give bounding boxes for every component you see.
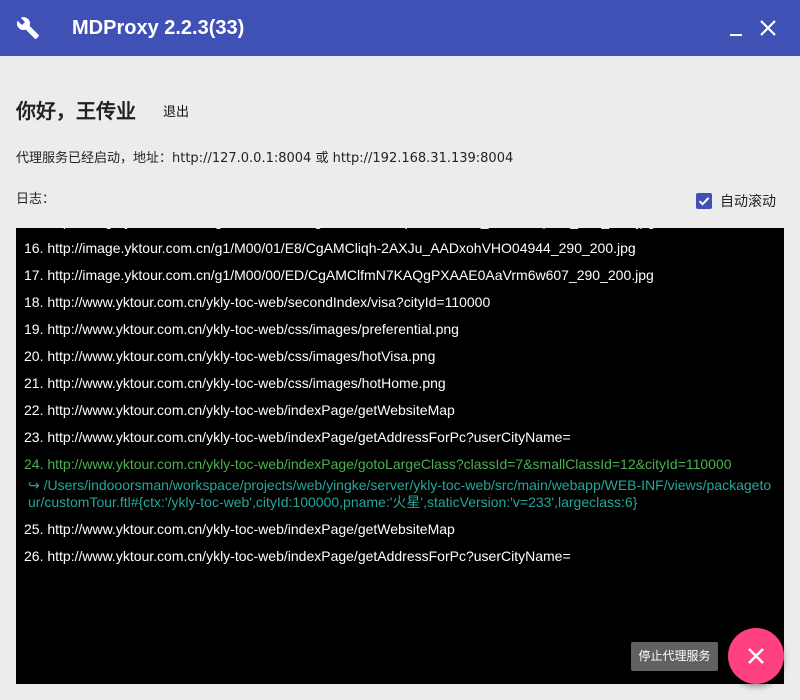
logout-link[interactable]: 退出 bbox=[163, 104, 189, 122]
close-fab-button[interactable] bbox=[728, 628, 784, 684]
log-entry[interactable]: 18. http://www.yktour.com.cn/ykly-toc-we… bbox=[24, 294, 776, 311]
log-panel[interactable]: 15. http://image.yktour.com.cn/g1/M00/01… bbox=[16, 228, 784, 684]
log-entry[interactable]: 15. http://image.yktour.com.cn/g1/M00/01… bbox=[24, 228, 776, 230]
autoscroll-checkbox[interactable]: 自动滚动 bbox=[696, 190, 776, 212]
close-icon bbox=[748, 648, 764, 664]
log-entry[interactable]: 25. http://www.yktour.com.cn/ykly-toc-we… bbox=[24, 521, 776, 538]
log-list: 15. http://image.yktour.com.cn/g1/M00/01… bbox=[24, 228, 776, 575]
app-window: MDProxy 2.2.3(33) 你好，王传业 退出 代理服务已经启动，地址：… bbox=[0, 0, 800, 700]
log-entry[interactable]: 19. http://www.yktour.com.cn/ykly-toc-we… bbox=[24, 321, 776, 338]
log-entry[interactable]: 20. http://www.yktour.com.cn/ykly-toc-we… bbox=[24, 348, 776, 365]
title-bar: MDProxy 2.2.3(33) bbox=[0, 0, 800, 56]
wrench-icon bbox=[16, 16, 40, 40]
log-entry[interactable]: 16. http://image.yktour.com.cn/g1/M00/01… bbox=[24, 240, 776, 257]
close-icon[interactable] bbox=[756, 16, 780, 40]
log-entry[interactable]: 17. http://image.yktour.com.cn/g1/M00/00… bbox=[24, 267, 776, 284]
autoscroll-label[interactable]: 自动滚动 bbox=[720, 191, 776, 211]
log-entry[interactable]: 22. http://www.yktour.com.cn/ykly-toc-we… bbox=[24, 402, 776, 419]
minimize-icon[interactable] bbox=[724, 16, 748, 40]
log-label: 日志： bbox=[16, 192, 56, 207]
checkbox-checked-icon[interactable] bbox=[696, 193, 712, 209]
log-entry[interactable]: 23. http://www.yktour.com.cn/ykly-toc-we… bbox=[24, 429, 776, 446]
greeting-text: 你好，王传业 bbox=[16, 99, 136, 123]
proxy-status-text: 代理服务已经启动，地址：http://127.0.0.1:8004 或 http… bbox=[16, 151, 514, 166]
log-entry[interactable]: 24. http://www.yktour.com.cn/ykly-toc-we… bbox=[24, 456, 776, 473]
log-entry-detail: ↪ /Users/indooorsman/workspace/projects/… bbox=[28, 477, 772, 510]
stop-proxy-button[interactable]: 停止代理服务 bbox=[631, 642, 718, 671]
window-title: MDProxy 2.2.3(33) bbox=[72, 17, 245, 39]
log-entry[interactable]: 21. http://www.yktour.com.cn/ykly-toc-we… bbox=[24, 375, 776, 392]
log-entry[interactable]: 26. http://www.yktour.com.cn/ykly-toc-we… bbox=[24, 548, 776, 565]
